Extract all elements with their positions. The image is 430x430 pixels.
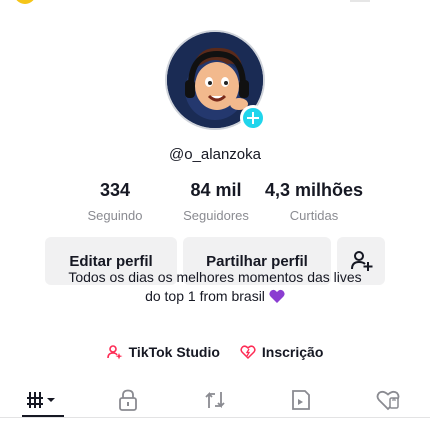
top-divider [350,0,370,2]
profile-bio: Todos os dias os melhores momentos das l… [20,268,410,306]
status-dot [14,0,36,4]
tab-liked[interactable] [368,380,408,420]
tab-reposts[interactable] [195,380,235,420]
tiktok-studio-label: TikTok Studio [128,344,220,360]
repost-icon [205,391,225,409]
tiktok-studio-link[interactable]: TikTok Studio [106,344,220,360]
profile-tabs [0,380,430,420]
following-count: 334 [99,180,131,200]
profile-links: TikTok Studio Inscrição [0,344,430,360]
bookmark-icon [292,390,310,410]
add-avatar-button[interactable] [240,105,266,131]
username: @o_alanzoka [169,146,261,163]
profile-stats: 334 Seguindo 84 mil Seguidores 4,3 milhõ… [0,180,430,226]
plus-icon [247,112,259,124]
tabs-divider [0,417,430,418]
stat-followers[interactable]: 84 mil Seguidores [168,180,264,223]
subscription-heart-icon [240,345,256,360]
profile-avatar-container[interactable] [165,30,266,131]
studio-person-icon [106,345,123,360]
lock-icon [119,389,137,411]
videos-grid-icon [27,392,55,408]
stat-likes[interactable]: 4,3 milhões Curtidas [262,180,366,223]
bio-line-2: do top 1 from brasil [145,288,265,304]
tab-private[interactable] [108,380,148,420]
bio-line-1: Todos os dias os melhores momentos das l… [68,269,362,285]
stat-following[interactable]: 334 Seguindo [70,180,160,223]
tab-saved[interactable] [281,380,321,420]
liked-heart-icon [376,390,400,411]
tab-videos[interactable] [22,380,62,420]
bio-line-2-wrap: do top 1 from brasil [145,287,285,306]
purple-heart-icon [269,289,285,303]
following-label: Seguindo [87,208,143,223]
edit-profile-label: Editar perfil [69,252,153,270]
share-profile-label: Partilhar perfil [206,252,308,270]
likes-count: 4,3 milhões [264,180,364,200]
subscription-link[interactable]: Inscrição [240,344,323,360]
followers-count: 84 mil [190,180,242,200]
subscription-label: Inscrição [261,344,324,360]
followers-label: Seguidores [183,208,249,223]
likes-label: Curtidas [289,208,339,223]
